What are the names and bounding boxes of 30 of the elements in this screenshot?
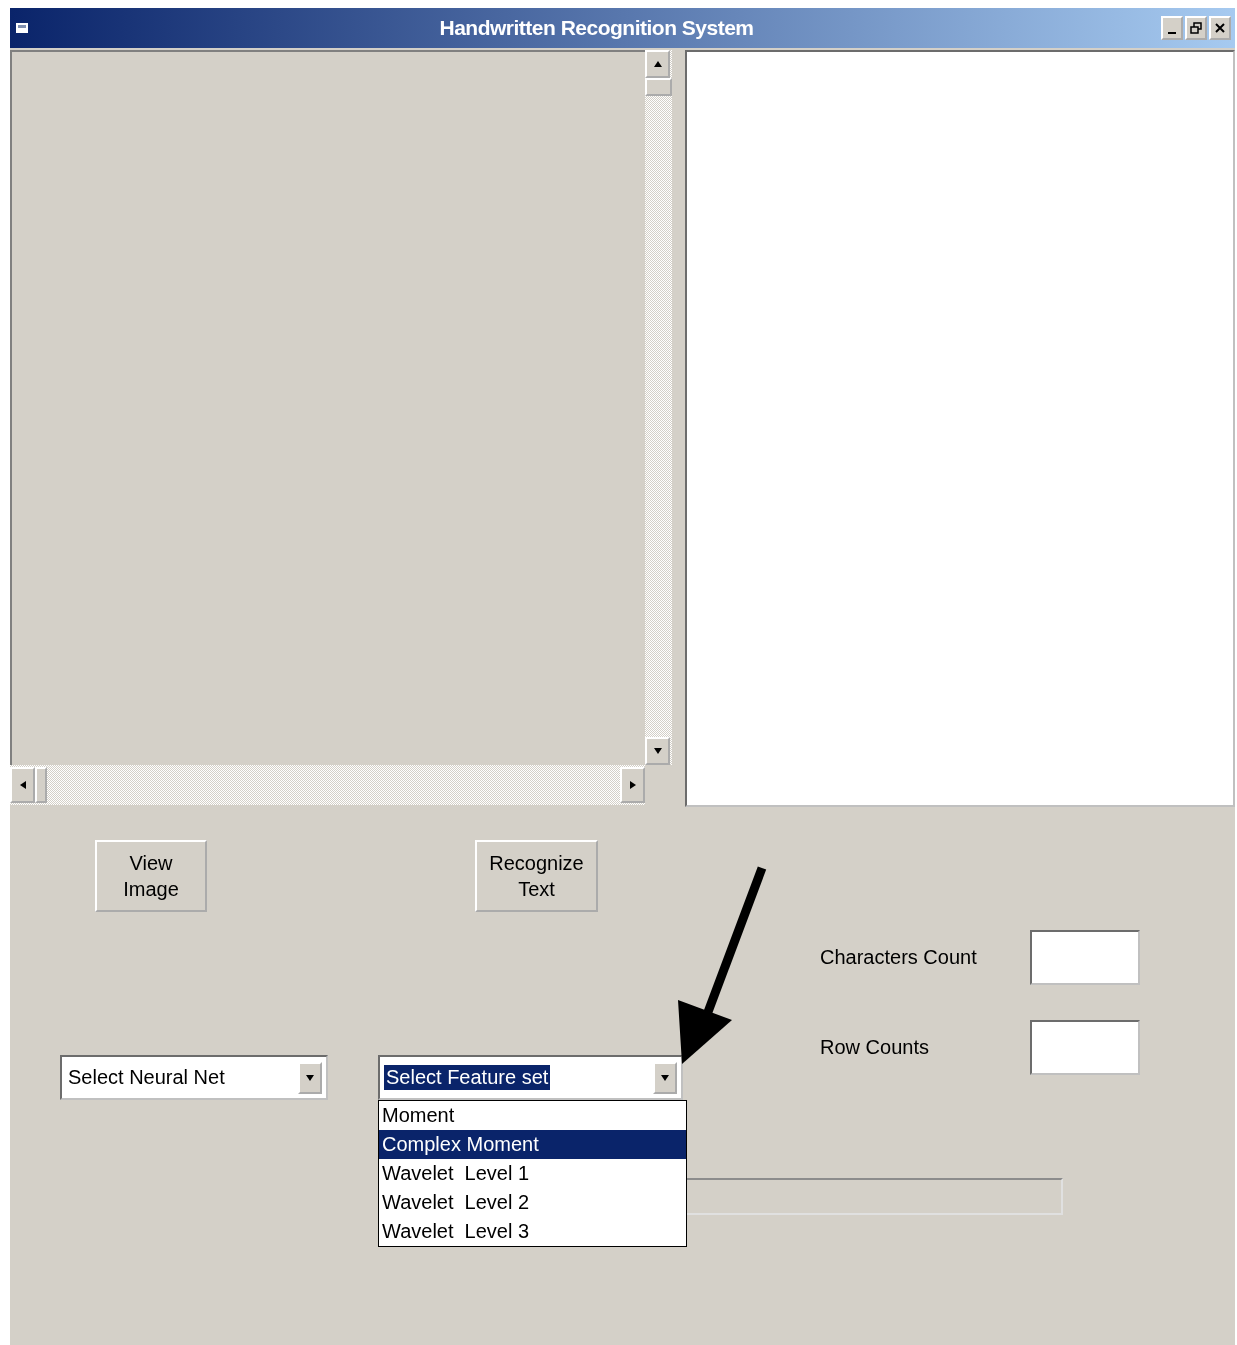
horizontal-scrollbar[interactable] — [10, 765, 645, 805]
dropdown-option[interactable]: Complex Moment — [379, 1130, 686, 1159]
dropdown-button[interactable] — [298, 1061, 322, 1094]
restore-icon — [1190, 22, 1202, 34]
scroll-down-button[interactable] — [645, 737, 670, 765]
minimize-icon — [1168, 32, 1176, 34]
minimize-button[interactable] — [1161, 16, 1183, 40]
count-field[interactable] — [1030, 1020, 1140, 1075]
up-arrow-icon — [652, 59, 663, 69]
scroll-thumb[interactable] — [35, 767, 47, 803]
action-button[interactable]: Recognize Text — [475, 840, 598, 912]
count-field[interactable] — [1030, 930, 1140, 985]
scroll-right-button[interactable] — [620, 767, 645, 803]
action-button[interactable]: View Image — [95, 840, 207, 912]
down-arrow-icon — [305, 1072, 315, 1083]
close-icon — [1215, 23, 1225, 33]
vertical-scrollbar[interactable] — [645, 50, 672, 765]
scroll-thumb[interactable] — [645, 78, 672, 96]
dropdown-button[interactable] — [653, 1061, 677, 1094]
window-title: Handwritten Recognition System — [438, 16, 755, 40]
count-label: Row Counts — [820, 1036, 930, 1059]
restore-button[interactable] — [1185, 16, 1207, 40]
down-arrow-icon — [652, 746, 663, 756]
neural-net-select[interactable]: Select Neural Net — [60, 1055, 328, 1100]
down-arrow-icon — [660, 1072, 670, 1083]
close-button[interactable] — [1209, 16, 1231, 40]
count-label: Characters Count — [820, 946, 978, 969]
right-arrow-icon — [627, 780, 638, 790]
scroll-left-button[interactable] — [10, 767, 35, 803]
scroll-up-button[interactable] — [645, 50, 670, 78]
